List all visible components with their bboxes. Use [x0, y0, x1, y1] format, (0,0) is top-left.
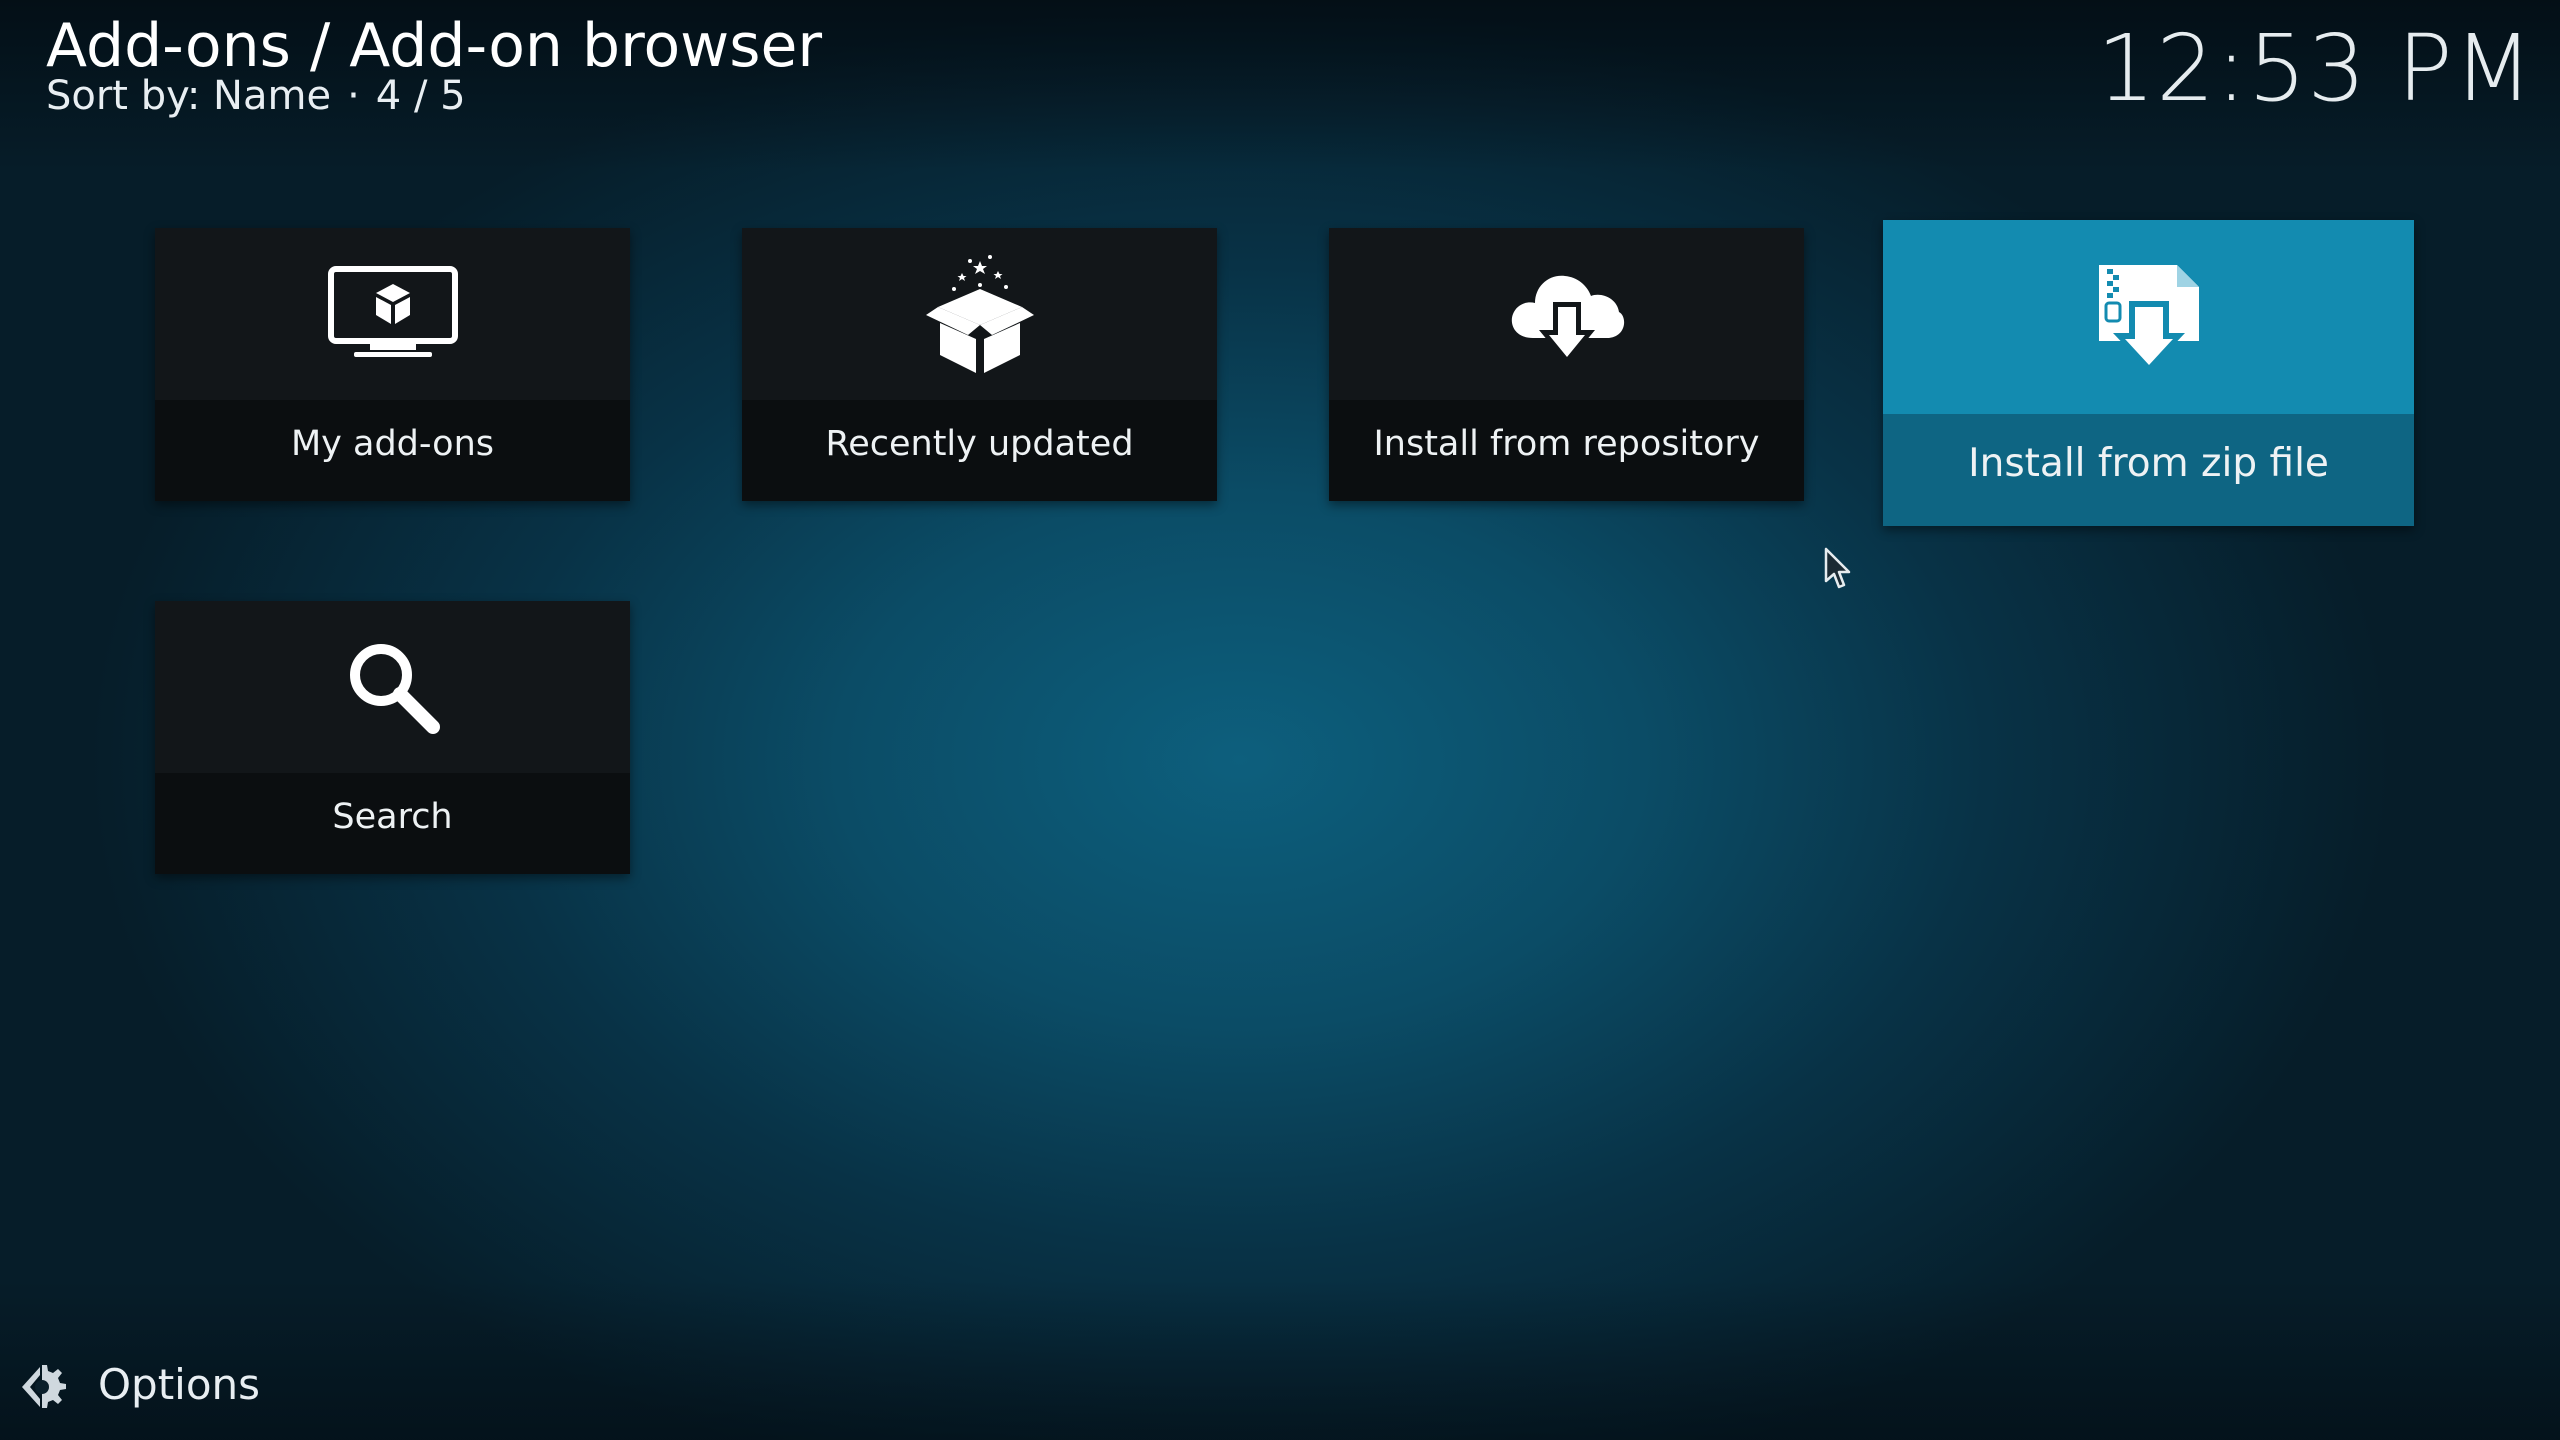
options-gear-icon	[22, 1364, 66, 1408]
clock: 12:53 PM	[2096, 15, 2534, 122]
tile-label: Install from repository	[1373, 423, 1760, 464]
tile-label: Install from zip file	[1968, 440, 2329, 486]
tile-search[interactable]: Search	[155, 601, 630, 874]
footer-shade	[0, 1280, 2560, 1440]
tile-label: My add-ons	[290, 423, 495, 464]
monitor-addon-icon	[327, 266, 458, 357]
options-label: Options	[98, 1360, 261, 1409]
sort-separator: ·	[347, 73, 360, 119]
tile-label-area: My add-ons	[155, 400, 630, 501]
open-box-icon	[925, 255, 1034, 373]
tile-icon-area	[1329, 228, 1804, 400]
tile-label-area: Search	[155, 773, 630, 874]
zip-file-download-icon	[2098, 265, 2199, 371]
search-icon	[349, 644, 440, 734]
sort-label: Sort by: Name	[46, 73, 332, 119]
tile-label-area: Install from zip file	[1883, 414, 2414, 526]
tile-icon-area	[1883, 220, 2414, 414]
tile-my-addons[interactable]: My add-ons	[155, 228, 630, 501]
mouse-pointer-icon	[1824, 547, 1851, 589]
tile-install-from-repository[interactable]: Install from repository	[1329, 228, 1804, 501]
tile-install-from-zip-file[interactable]: Install from zip file	[1883, 220, 2414, 526]
tile-icon-area	[155, 601, 630, 773]
tile-icon-area	[155, 228, 630, 400]
tile-label-area: Install from repository	[1329, 400, 1804, 501]
tile-label-area: Recently updated	[742, 400, 1217, 501]
options-button[interactable]: Options	[18, 1360, 260, 1409]
tile-icon-area	[742, 228, 1217, 400]
tile-label: Search	[332, 796, 453, 837]
cloud-download-icon	[1511, 275, 1624, 364]
tile-label: Recently updated	[825, 423, 1134, 464]
sort-info: Sort by: Name · 4 / 5	[46, 70, 466, 122]
tile-recently-updated[interactable]: Recently updated	[742, 228, 1217, 501]
item-position: 4 / 5	[375, 73, 466, 119]
